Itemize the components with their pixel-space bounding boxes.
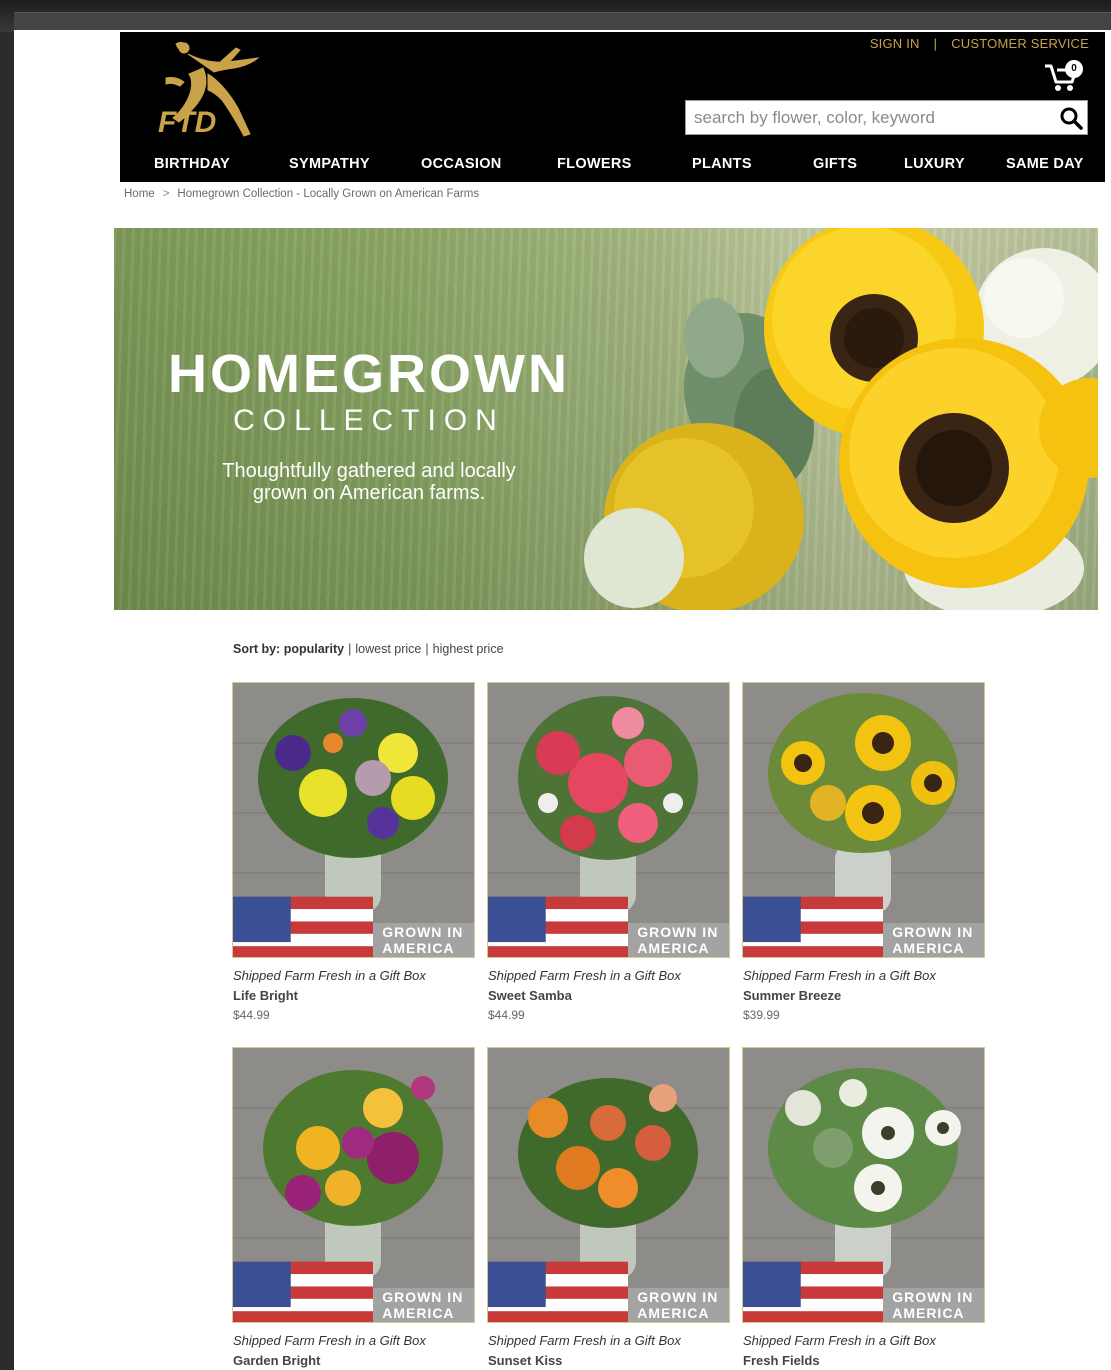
hero-subtitle: COLLECTION: [233, 404, 505, 437]
product-name[interactable]: Fresh Fields: [743, 1353, 820, 1368]
cart-button[interactable]: 0: [1043, 58, 1083, 94]
product-price: $44.99: [233, 1008, 270, 1022]
nav-same-day[interactable]: SAME DAY: [1006, 156, 1084, 172]
nav-birthday[interactable]: BIRTHDAY: [154, 156, 230, 172]
sort-popularity[interactable]: popularity: [284, 642, 344, 656]
sunflower-bouquet-image: [584, 228, 1098, 610]
product-name[interactable]: Garden Bright: [233, 1353, 320, 1368]
utility-separator: |: [933, 36, 938, 51]
search-input[interactable]: [686, 101, 1046, 134]
site-header: FTD SIGN IN | CUSTOMER SERVICE 0 BIRTHDAY …: [120, 32, 1105, 182]
badge-label: GROWN IN AMERICA: [637, 924, 719, 956]
nav-plants[interactable]: PLANTS: [692, 156, 752, 172]
us-flag-icon: [743, 896, 884, 957]
us-flag-icon: [233, 1261, 374, 1322]
product-price: $39.99: [743, 1008, 780, 1022]
sort-highest-price[interactable]: highest price: [433, 642, 504, 656]
product-image[interactable]: GROWN IN AMERICA: [742, 1047, 985, 1323]
product-image[interactable]: GROWN IN AMERICA: [232, 1047, 475, 1323]
product-image[interactable]: GROWN IN AMERICA: [487, 682, 730, 958]
us-flag-icon: [488, 1261, 629, 1322]
nav-sympathy[interactable]: SYMPATHY: [289, 156, 370, 172]
grown-in-america-badge: GROWN IN AMERICA: [488, 896, 729, 957]
nav-gifts[interactable]: GIFTS: [813, 156, 857, 172]
utility-links: SIGN IN | CUSTOMER SERVICE: [870, 36, 1089, 51]
nav-occasion[interactable]: OCCASION: [421, 156, 502, 172]
svg-text:FTD: FTD: [158, 106, 216, 139]
product-shipping-note: Shipped Farm Fresh in a Gift Box: [233, 1333, 426, 1348]
search-box: [685, 100, 1088, 135]
us-flag-icon: [233, 896, 374, 957]
breadcrumb: Home > Homegrown Collection - Locally Grow…: [124, 188, 479, 200]
sign-in-link[interactable]: SIGN IN: [870, 36, 920, 51]
hero-description-line1: Thoughtfully gathered and locally: [222, 460, 516, 482]
product-shipping-note: Shipped Farm Fresh in a Gift Box: [233, 968, 426, 983]
product-shipping-note: Shipped Farm Fresh in a Gift Box: [743, 968, 936, 983]
breadcrumb-home[interactable]: Home: [124, 188, 155, 200]
product-name[interactable]: Sunset Kiss: [488, 1353, 562, 1368]
breadcrumb-current: Homegrown Collection - Locally Grown on …: [177, 188, 480, 200]
nav-flowers[interactable]: FLOWERS: [557, 156, 632, 172]
product-image[interactable]: GROWN IN AMERICA: [232, 682, 475, 958]
window-frame: [0, 0, 1111, 32]
hero-description: Thoughtfully gathered and locally grown …: [184, 460, 554, 504]
product-name[interactable]: Sweet Samba: [488, 988, 572, 1003]
us-flag-icon: [488, 896, 629, 957]
badge-label: GROWN IN AMERICA: [892, 1289, 974, 1321]
us-flag-icon: [743, 1261, 884, 1322]
ftd-logo[interactable]: FTD: [148, 40, 264, 144]
hero-description-line2: grown on American farms.: [252, 482, 486, 504]
product-name[interactable]: Life Bright: [233, 988, 298, 1003]
hero-banner[interactable]: HOMEGROWN COLLECTION Thoughtfully gather…: [114, 228, 1098, 610]
badge-label: GROWN IN AMERICA: [382, 1289, 464, 1321]
grown-in-america-badge: GROWN IN AMERICA: [233, 896, 474, 957]
hero-title: HOMEGROWN: [168, 344, 570, 404]
product-price: $44.99: [488, 1008, 525, 1022]
cart-count-badge: 0: [1065, 60, 1083, 78]
mercury-logo-icon: FTD: [158, 41, 260, 139]
grown-in-america-badge: GROWN IN AMERICA: [233, 1261, 474, 1322]
product-name[interactable]: Summer Breeze: [743, 988, 841, 1003]
grown-in-america-badge: GROWN IN AMERICA: [743, 1261, 984, 1322]
grown-in-america-badge: GROWN IN AMERICA: [743, 896, 984, 957]
search-icon[interactable]: [1059, 106, 1083, 130]
product-image[interactable]: GROWN IN AMERICA: [742, 682, 985, 958]
product-shipping-note: Shipped Farm Fresh in a Gift Box: [488, 968, 681, 983]
sort-lowest-price[interactable]: lowest price: [355, 642, 421, 656]
badge-label: GROWN IN AMERICA: [892, 924, 974, 956]
product-shipping-note: Shipped Farm Fresh in a Gift Box: [488, 1333, 681, 1348]
main-nav: BIRTHDAY SYMPATHY OCCASION FLOWERS PLANT…: [120, 152, 1105, 182]
product-image[interactable]: GROWN IN AMERICA: [487, 1047, 730, 1323]
nav-luxury[interactable]: LUXURY: [904, 156, 965, 172]
breadcrumb-separator: >: [162, 188, 170, 200]
badge-label: GROWN IN AMERICA: [637, 1289, 719, 1321]
sort-label: Sort by:: [233, 642, 281, 656]
sort-bar: Sort by: popularity | lowest price | highest…: [233, 642, 504, 656]
product-shipping-note: Shipped Farm Fresh in a Gift Box: [743, 1333, 936, 1348]
page: FTD SIGN IN | CUSTOMER SERVICE 0 BIRTHDAY …: [14, 30, 1111, 1370]
customer-service-link[interactable]: CUSTOMER SERVICE: [951, 36, 1089, 51]
badge-label: GROWN IN AMERICA: [382, 924, 464, 956]
grown-in-america-badge: GROWN IN AMERICA: [488, 1261, 729, 1322]
